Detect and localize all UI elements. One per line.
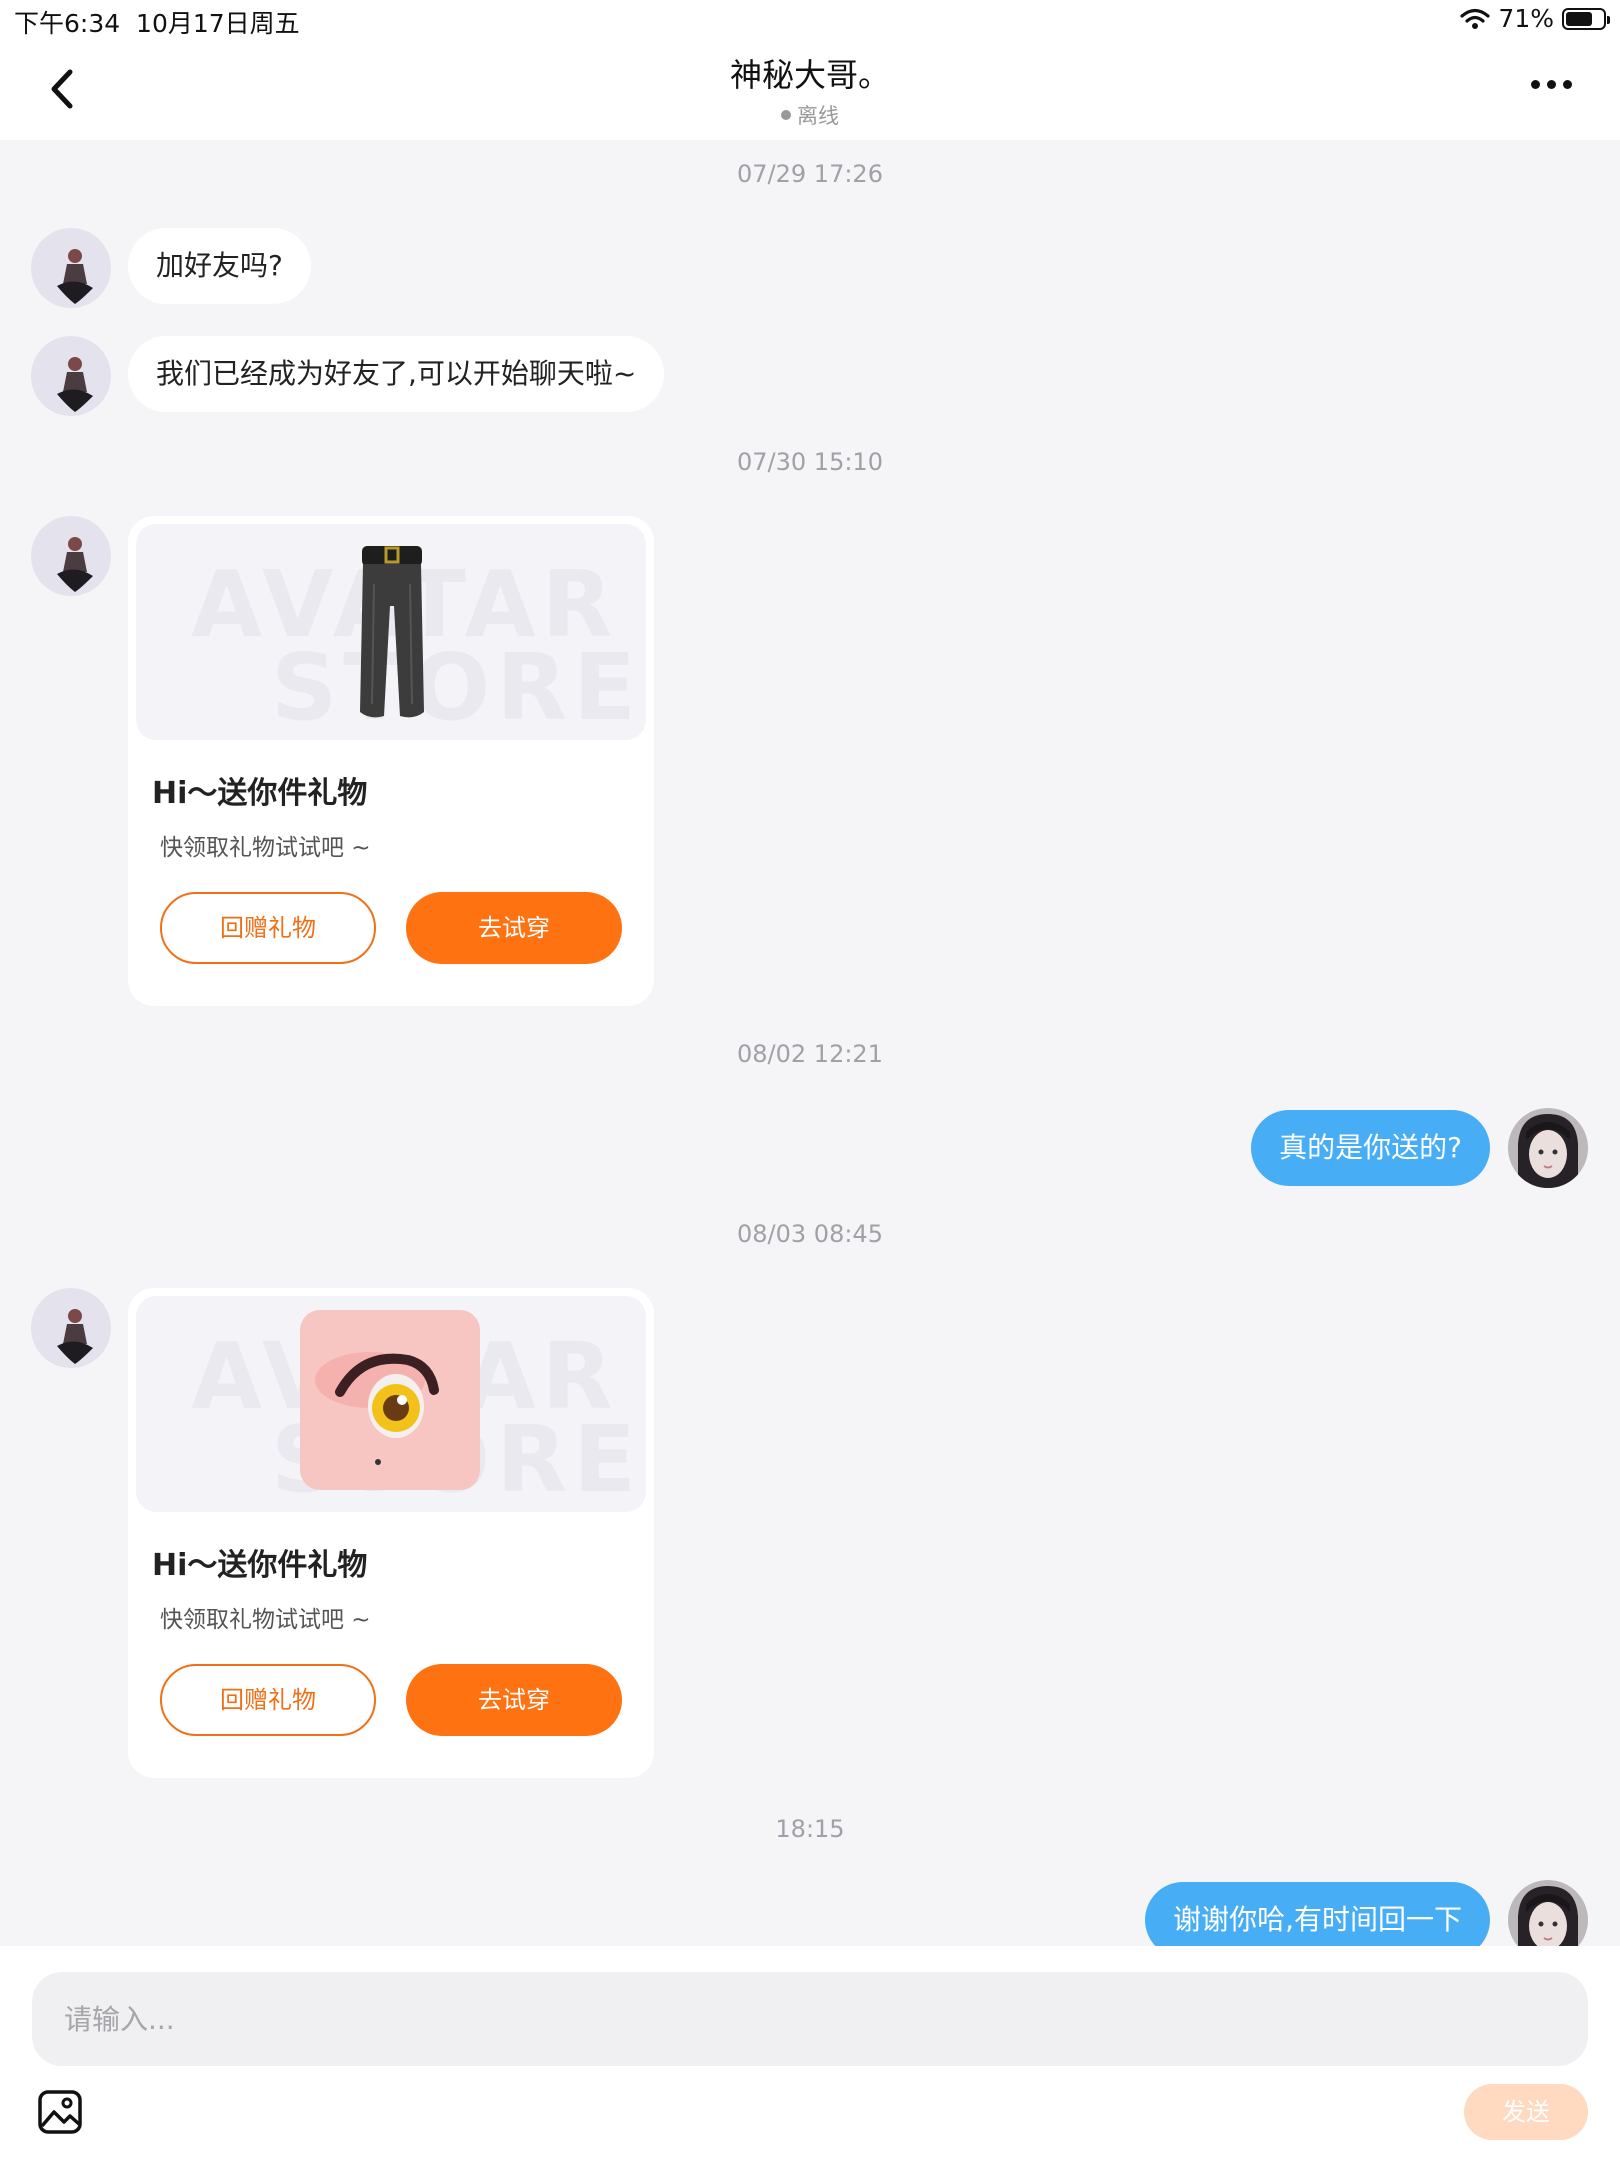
- gift-subtitle: 快领取礼物试试吧 ~: [160, 1607, 371, 1633]
- status-time: 下午6:34 10月17日周五: [14, 9, 300, 38]
- timestamp: 08/02 12:21: [737, 1040, 883, 1068]
- online-status: 离线: [0, 100, 1620, 130]
- message-input[interactable]: [32, 1972, 1588, 2066]
- gift-title: Hi～送你件礼物: [152, 776, 368, 811]
- my-avatar-image: [1518, 1114, 1578, 1188]
- my-message-bubble[interactable]: 真的是你送的?: [1251, 1110, 1490, 1186]
- my-avatar[interactable]: [1508, 1108, 1588, 1188]
- contact-avatar-image: [57, 537, 93, 592]
- timestamp: 08/03 08:45: [737, 1220, 883, 1248]
- contact-avatar-image: [57, 249, 93, 304]
- return-gift-button[interactable]: 回赠礼物: [160, 1664, 376, 1736]
- gift-subtitle: 快领取礼物试试吧 ~: [160, 835, 371, 861]
- gift-image[interactable]: AVATAR STORE: [136, 1296, 646, 1512]
- contact-avatar[interactable]: [31, 336, 111, 416]
- more-icon[interactable]: [1531, 80, 1572, 89]
- send-button[interactable]: 发送: [1464, 2084, 1588, 2140]
- gift-title: Hi～送你件礼物: [152, 1548, 368, 1583]
- gift-card[interactable]: AVATAR STORE Hi～送你件礼物 快领取礼物试试吧 ~ 回赠礼物 去试…: [128, 516, 654, 1006]
- contact-avatar[interactable]: [31, 228, 111, 308]
- wifi-icon: [1460, 8, 1491, 29]
- message-bubble[interactable]: 加好友吗?: [128, 228, 311, 304]
- contact-avatar-image: [57, 357, 93, 412]
- message-bubble[interactable]: 我们已经成为好友了,可以开始聊天啦~: [128, 336, 665, 412]
- contact-avatar[interactable]: [31, 1288, 111, 1368]
- timestamp: 07/30 15:10: [737, 448, 883, 476]
- battery-fill: [1566, 11, 1592, 26]
- battery-percent: 71%: [1498, 4, 1554, 33]
- chat-header: 神秘大哥。 离线: [0, 40, 1620, 140]
- page-title: 神秘大哥。: [729, 56, 890, 94]
- image-icon[interactable]: [36, 2088, 84, 2136]
- gift-card[interactable]: AVATAR STORE Hi～送你件礼物 快领取礼物试试吧 ~ 回赠礼物 去试…: [128, 1288, 654, 1778]
- timestamp: 07/29 17:26: [737, 160, 883, 188]
- contact-avatar[interactable]: [31, 516, 111, 596]
- return-gift-button[interactable]: 回赠礼物: [160, 892, 376, 964]
- battery-icon: [1562, 7, 1610, 30]
- status-date: 10月17日周五: [136, 9, 300, 38]
- try-on-button[interactable]: 去试穿: [406, 1664, 622, 1736]
- pants-icon: [360, 546, 424, 718]
- message-composer: 发送: [0, 1946, 1620, 2160]
- timestamp: 18:15: [775, 1815, 845, 1843]
- eye-icon: [300, 1310, 480, 1490]
- gift-image[interactable]: AVATAR STORE: [136, 524, 646, 740]
- status-dot: [781, 110, 791, 120]
- status-bar: 下午6:34 10月17日周五 71%: [0, 0, 1620, 40]
- try-on-button[interactable]: 去试穿: [406, 892, 622, 964]
- contact-avatar-image: [57, 1309, 93, 1364]
